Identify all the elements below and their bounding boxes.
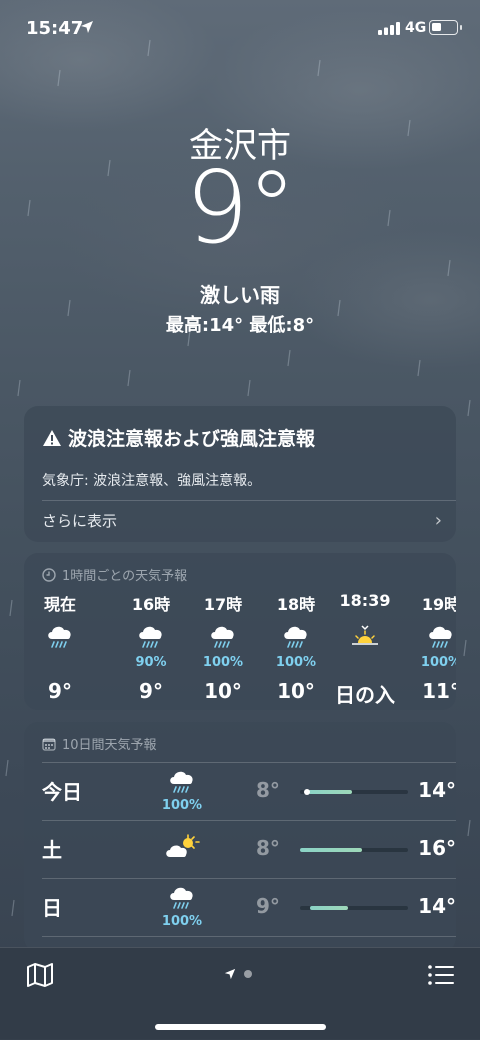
hour-item: 17時 100% 10° [187, 591, 259, 703]
page-dot [244, 970, 252, 978]
hour-item: 現在 9° [24, 591, 96, 703]
hour-temp: 10° [204, 679, 242, 703]
day-precip: 100% [161, 914, 203, 929]
daily-row[interactable]: 日 100% 9° 14° [42, 878, 456, 936]
chevron-right-icon: › [434, 510, 442, 531]
battery-icon [429, 20, 462, 35]
rain-cloud-icon [115, 621, 187, 655]
hour-item: 18:39 日の入 [320, 591, 410, 708]
hour-label: 16時 [131, 595, 171, 614]
bottom-toolbar [0, 947, 480, 1040]
temp-range-fill [310, 906, 348, 910]
weather-alert-card[interactable]: 波浪注意報および強風注意報 気象庁: 波浪注意報、強風注意報。 さらに表示 › [24, 406, 456, 542]
rain-cloud-icon [187, 621, 259, 655]
status-bar: 15:47 4G [0, 0, 480, 56]
divider [42, 820, 456, 821]
alert-title: 波浪注意報および強風注意報 [68, 428, 316, 450]
hour-precip [24, 655, 96, 671]
daily-row[interactable]: 今日 100% 8° 14° [42, 762, 456, 820]
warning-icon [43, 429, 61, 446]
calendar-icon [42, 737, 56, 751]
day-precip: 100% [161, 798, 203, 813]
hourly-heading: 1時間ごとの天気予報 [62, 569, 188, 584]
network-type: 4G [405, 20, 427, 36]
hour-temp: 9° [48, 679, 72, 703]
hour-temp: 9° [139, 679, 163, 703]
day-high: 14° [418, 894, 456, 918]
day-high: 14° [418, 778, 456, 802]
page-indicator[interactable] [224, 968, 252, 980]
hour-label: 17時 [203, 595, 243, 614]
temp-range-bar [300, 789, 408, 795]
hour-precip: 100% [420, 655, 456, 670]
hour-label: 18:39 [339, 591, 391, 610]
current-temperature: 9° [185, 149, 297, 266]
hour-label: 19時 [421, 595, 456, 614]
daily-forecast-card[interactable]: 10日間天気予報 今日 100% 8° 14° 土 8° 16° 日 100% … [24, 722, 456, 952]
day-name: 日 [42, 896, 62, 920]
divider [42, 878, 456, 879]
alert-body: 気象庁: 波浪注意報、強風注意報。 [42, 473, 262, 489]
status-time: 15:47 [26, 18, 84, 39]
day-name: 今日 [42, 780, 82, 804]
sunset-icon [320, 621, 410, 655]
temp-range-fill [308, 790, 352, 794]
map-icon[interactable] [26, 962, 54, 988]
rain-cloud-icon: 100% [158, 766, 206, 813]
hour-item: 19時 100% 11° [405, 591, 456, 703]
rain-cloud-icon [405, 621, 456, 655]
divider [42, 762, 456, 763]
divider [42, 936, 456, 937]
day-low: 8° [256, 778, 280, 802]
hour-temp: 日の入 [335, 683, 395, 707]
rain-cloud-icon [24, 621, 96, 655]
divider [42, 500, 456, 501]
daily-row[interactable]: 土 8° 16° [42, 820, 456, 878]
alert-title-row: 波浪注意報および強風注意報 [42, 424, 315, 451]
hour-precip: 90% [135, 655, 167, 670]
hour-temp: 11° [422, 679, 456, 703]
hour-item: 16時 90% 9° [115, 591, 187, 703]
current-condition: 激しい雨 [200, 283, 280, 307]
signal-strength-icon [378, 22, 400, 35]
hourly-heading-row: 1時間ごとの天気予報 [42, 565, 187, 584]
show-more-label: さらに表示 [42, 512, 118, 530]
hourly-forecast-card[interactable]: 1時間ごとの天気予報 現在 9° 16時 90% 9° 17時 100% 10° [24, 553, 456, 710]
list-icon[interactable] [428, 964, 454, 986]
partly-sunny-icon [158, 834, 206, 864]
rain-cloud-icon: 100% [158, 882, 206, 929]
show-more-button[interactable]: さらに表示 › [42, 510, 442, 531]
hour-precip: 100% [202, 655, 244, 670]
current-temp-dot [304, 789, 310, 795]
high-low-temperature: 最高:14° 最低:8° [165, 315, 315, 336]
day-high: 16° [418, 836, 456, 860]
daily-heading: 10日間天気予報 [62, 738, 157, 753]
day-low: 9° [256, 894, 280, 918]
temp-range-bar [300, 906, 408, 910]
location-arrow-icon [81, 21, 93, 33]
clock-icon [42, 567, 56, 582]
temp-range-bar [300, 848, 408, 852]
hour-label: 現在 [43, 595, 76, 614]
home-indicator[interactable] [155, 1024, 326, 1030]
temp-range-fill [300, 848, 362, 852]
day-low: 8° [256, 836, 280, 860]
daily-heading-row: 10日間天気予報 [42, 734, 157, 753]
day-name: 土 [42, 838, 62, 862]
hour-precip [320, 655, 410, 671]
location-arrow-icon [224, 968, 236, 980]
